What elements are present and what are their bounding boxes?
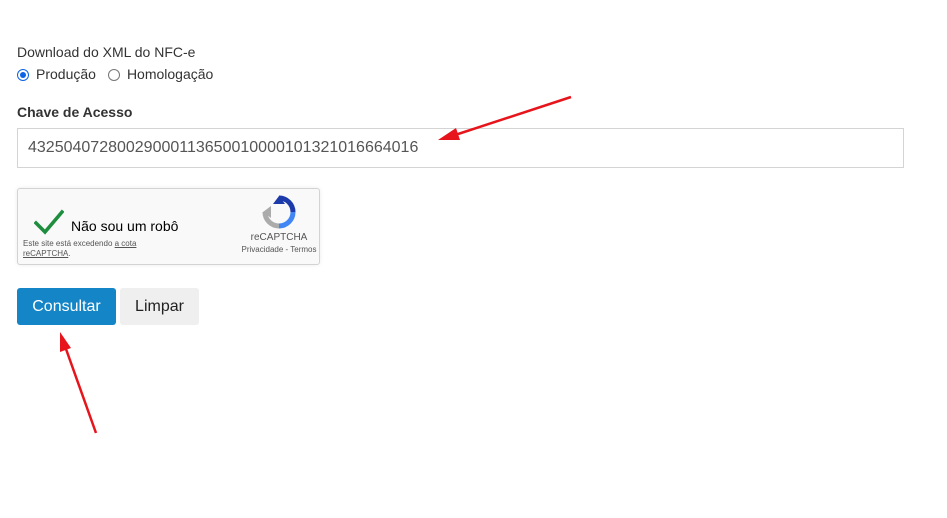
quota-text: Este site está excedendo [23,239,113,248]
radio-homologacao[interactable] [107,69,120,81]
radio-label-homologacao: Homologação [126,66,214,82]
recaptcha-label: Não sou um robô [71,218,179,234]
consult-button[interactable]: Consultar [17,288,116,325]
arrow-to-consult [60,332,98,434]
radio-option-producao[interactable]: Produção [17,66,96,82]
recaptcha-logo-icon [262,195,296,229]
environment-radio-group: Produção Homologação [17,66,225,82]
checkmark-icon[interactable] [34,209,64,235]
quota-link[interactable]: a cota [115,239,137,248]
download-title: Download do XML do NFC-e [17,44,196,60]
page: Download do XML do NFC-e Produção Homolo… [0,0,947,518]
recaptcha-terms: Privacidade - Termos [241,245,317,254]
privacy-link[interactable]: Privacidade [241,245,283,254]
access-key-label: Chave de Acesso [17,104,133,120]
recaptcha-brand: reCAPTCHA [250,232,308,243]
recaptcha-quota-notice: Este site está excedendo a cota reCAPTCH… [23,239,137,258]
access-key-input[interactable] [17,128,904,168]
terms-link[interactable]: Termos [290,245,316,254]
clear-button[interactable]: Limpar [120,288,199,325]
quota-text-2[interactable]: reCAPTCHA [23,249,68,258]
recaptcha-widget: Não sou um robô Este site está excedendo… [17,188,320,265]
radio-label-producao: Produção [36,66,96,82]
radio-option-homologacao[interactable]: Homologação [107,66,214,82]
radio-producao[interactable] [17,69,29,81]
